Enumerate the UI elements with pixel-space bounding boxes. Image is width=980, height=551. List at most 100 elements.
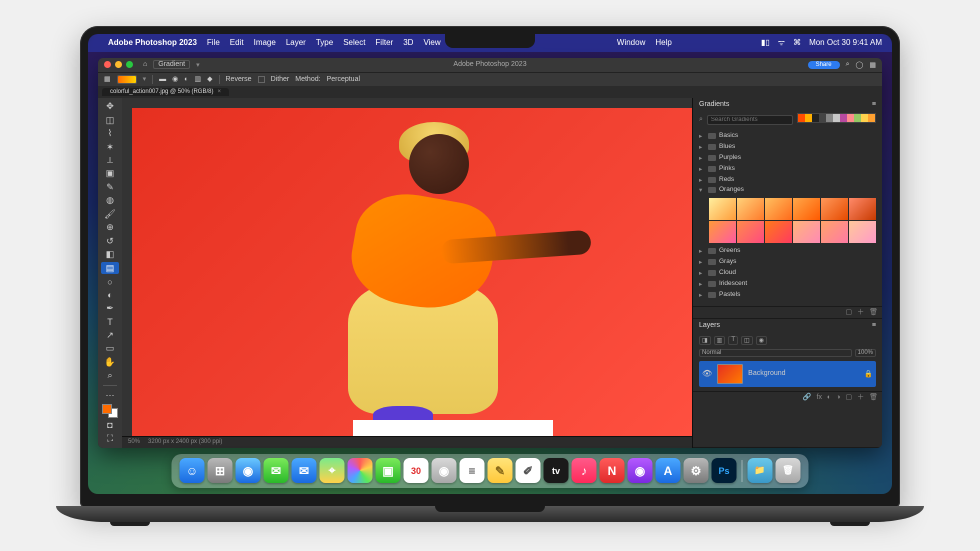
fg-bg-colors[interactable] (102, 404, 118, 417)
dock-facetime[interactable]: ▣ (376, 458, 401, 483)
tool-screenmode[interactable]: ⛶ (101, 432, 119, 444)
tool-eyedrop[interactable]: ✎ (101, 181, 119, 193)
opt-reverse[interactable]: Reverse (226, 76, 252, 83)
tool-zoom[interactable]: ⌕ (101, 370, 119, 382)
menu-image[interactable]: Image (254, 38, 276, 47)
help-icon[interactable]: ◯ (856, 61, 864, 69)
menu-type[interactable]: Type (316, 38, 333, 47)
trash-icon[interactable]: 🗑 (869, 393, 878, 401)
tool-eraser[interactable]: ◧ (101, 248, 119, 260)
tool-heal[interactable]: ◍ (101, 195, 119, 207)
dock-calendar[interactable]: 30 (404, 458, 429, 483)
folder-reds[interactable]: ▸Reds (699, 175, 876, 185)
new-layer-icon[interactable]: ＋ (857, 392, 864, 402)
gradient-thumbnail[interactable] (793, 198, 820, 220)
tool-path[interactable]: ↗ (101, 329, 119, 341)
folder-oranges[interactable]: ▾ Oranges (699, 185, 876, 195)
tool-wand[interactable]: ✶ (101, 141, 119, 153)
layers-panel-title[interactable]: Layers (699, 322, 720, 329)
folder-iridescent[interactable]: ▸Iridescent (699, 279, 876, 289)
gradient-preview-swatch[interactable] (117, 75, 137, 84)
grad-radial-icon[interactable]: ◉ (172, 75, 178, 83)
gradients-panel-title[interactable]: Gradients (699, 101, 729, 108)
dock-mail[interactable]: ✉ (292, 458, 317, 483)
menubar-app-name[interactable]: Adobe Photoshop 2023 (108, 38, 197, 47)
dock-safari[interactable]: ◉ (236, 458, 261, 483)
gradient-swatch[interactable] (833, 114, 840, 122)
gradients-search-input[interactable] (707, 115, 793, 125)
gradient-swatch[interactable] (854, 114, 861, 122)
gradient-quick-strip[interactable] (797, 113, 876, 123)
home-icon[interactable]: ⌂ (143, 61, 147, 68)
workspace-icon[interactable]: ▦ (869, 61, 876, 69)
titlebar-crumb[interactable]: Gradient (153, 60, 190, 69)
tool-pen[interactable]: ✒ (101, 302, 119, 314)
grad-diamond-icon[interactable]: ◆ (207, 75, 212, 83)
mask-icon[interactable]: ◐ (827, 394, 831, 401)
tool-gradient[interactable]: ▤ (101, 262, 119, 274)
dock-maps[interactable]: ⌖ (320, 458, 345, 483)
folder-purples[interactable]: ▸Purples (699, 153, 876, 163)
document-tab[interactable]: colorful_action007.jpg @ 50% (RGB/8) × (102, 88, 229, 96)
menu-filter[interactable]: Filter (375, 38, 393, 47)
dock-contacts[interactable]: ◉ (432, 458, 457, 483)
tool-edit-toolbar[interactable]: ⋯ (101, 389, 119, 401)
battery-icon[interactable]: ▮▯ (761, 38, 770, 47)
menu-3d[interactable]: 3D (403, 38, 413, 47)
dock-launchpad[interactable]: ⊞ (208, 458, 233, 483)
folder-basics[interactable]: ▸Basics (699, 131, 876, 141)
blend-mode[interactable]: Normal (699, 349, 852, 357)
trash-icon[interactable]: 🗑 (869, 308, 878, 316)
dock-messages[interactable]: ✉ (264, 458, 289, 483)
control-center-icon[interactable]: ⌘ (793, 38, 801, 47)
menu-help[interactable]: Help (655, 38, 671, 47)
tool-dodge[interactable]: ◐ (101, 289, 119, 301)
layer-name[interactable]: Background (748, 370, 785, 377)
gradient-swatch[interactable] (819, 114, 826, 122)
tool-stamp[interactable]: ⊕ (101, 222, 119, 234)
tool-type[interactable]: T (101, 316, 119, 328)
folder-grays[interactable]: ▸Grays (699, 257, 876, 267)
minimize-button[interactable] (115, 61, 122, 68)
doc-info[interactable]: 3200 px x 2400 px (300 ppi) (148, 439, 222, 445)
dock-folder[interactable]: 📁 (748, 458, 773, 483)
layer-thumbnail[interactable] (717, 364, 743, 384)
menu-edit[interactable]: Edit (230, 38, 244, 47)
chevron-down-icon[interactable]: ▾ (143, 75, 147, 83)
tool-move[interactable]: ✥ (101, 101, 119, 113)
dock-tv[interactable]: tv (544, 458, 569, 483)
menu-window[interactable]: Window (617, 38, 645, 47)
checkbox-icon[interactable] (258, 76, 265, 83)
gradient-swatch[interactable] (812, 114, 819, 122)
fx-icon[interactable]: fx (817, 394, 822, 401)
grad-angle-icon[interactable]: ◐ (184, 76, 188, 83)
group-icon[interactable]: ▢ (845, 393, 852, 401)
folder-pastels[interactable]: ▸Pastels (699, 290, 876, 300)
dock-finder[interactable]: ☺ (180, 458, 205, 483)
grad-linear-icon[interactable]: ▬ (159, 76, 166, 83)
gradient-thumbnail[interactable] (709, 221, 736, 243)
tool-quickmask[interactable]: ◘ (101, 419, 119, 431)
zoom-button[interactable] (126, 61, 133, 68)
folder-cloud[interactable]: ▸Cloud (699, 268, 876, 278)
tool-lasso[interactable]: ⌇ (101, 127, 119, 139)
search-icon[interactable]: ⌕ (846, 61, 850, 69)
dock-notes[interactable]: ✎ (488, 458, 513, 483)
folder-pinks[interactable]: ▸Pinks (699, 164, 876, 174)
adjust-icon[interactable]: ◑ (836, 394, 840, 401)
folder-blues[interactable]: ▸Blues (699, 142, 876, 152)
dock-appstore[interactable]: A (656, 458, 681, 483)
panel-menu-icon[interactable]: ≡ (872, 101, 876, 108)
panel-menu-icon[interactable]: ≡ (872, 322, 876, 329)
tool-marquee[interactable]: ◫ (101, 114, 119, 126)
gradient-thumbnail[interactable] (737, 221, 764, 243)
link-icon[interactable]: 🔗 (803, 393, 812, 401)
gradient-thumbnail[interactable] (737, 198, 764, 220)
gradient-swatch[interactable] (805, 114, 812, 122)
gradient-swatch[interactable] (861, 114, 868, 122)
gradient-thumbnail[interactable] (821, 221, 848, 243)
menu-view[interactable]: View (423, 38, 440, 47)
dock-news[interactable]: N (600, 458, 625, 483)
gradient-thumbnail[interactable] (765, 198, 792, 220)
layer-filter-row[interactable]: ◨▥T◫◉ (699, 336, 876, 345)
